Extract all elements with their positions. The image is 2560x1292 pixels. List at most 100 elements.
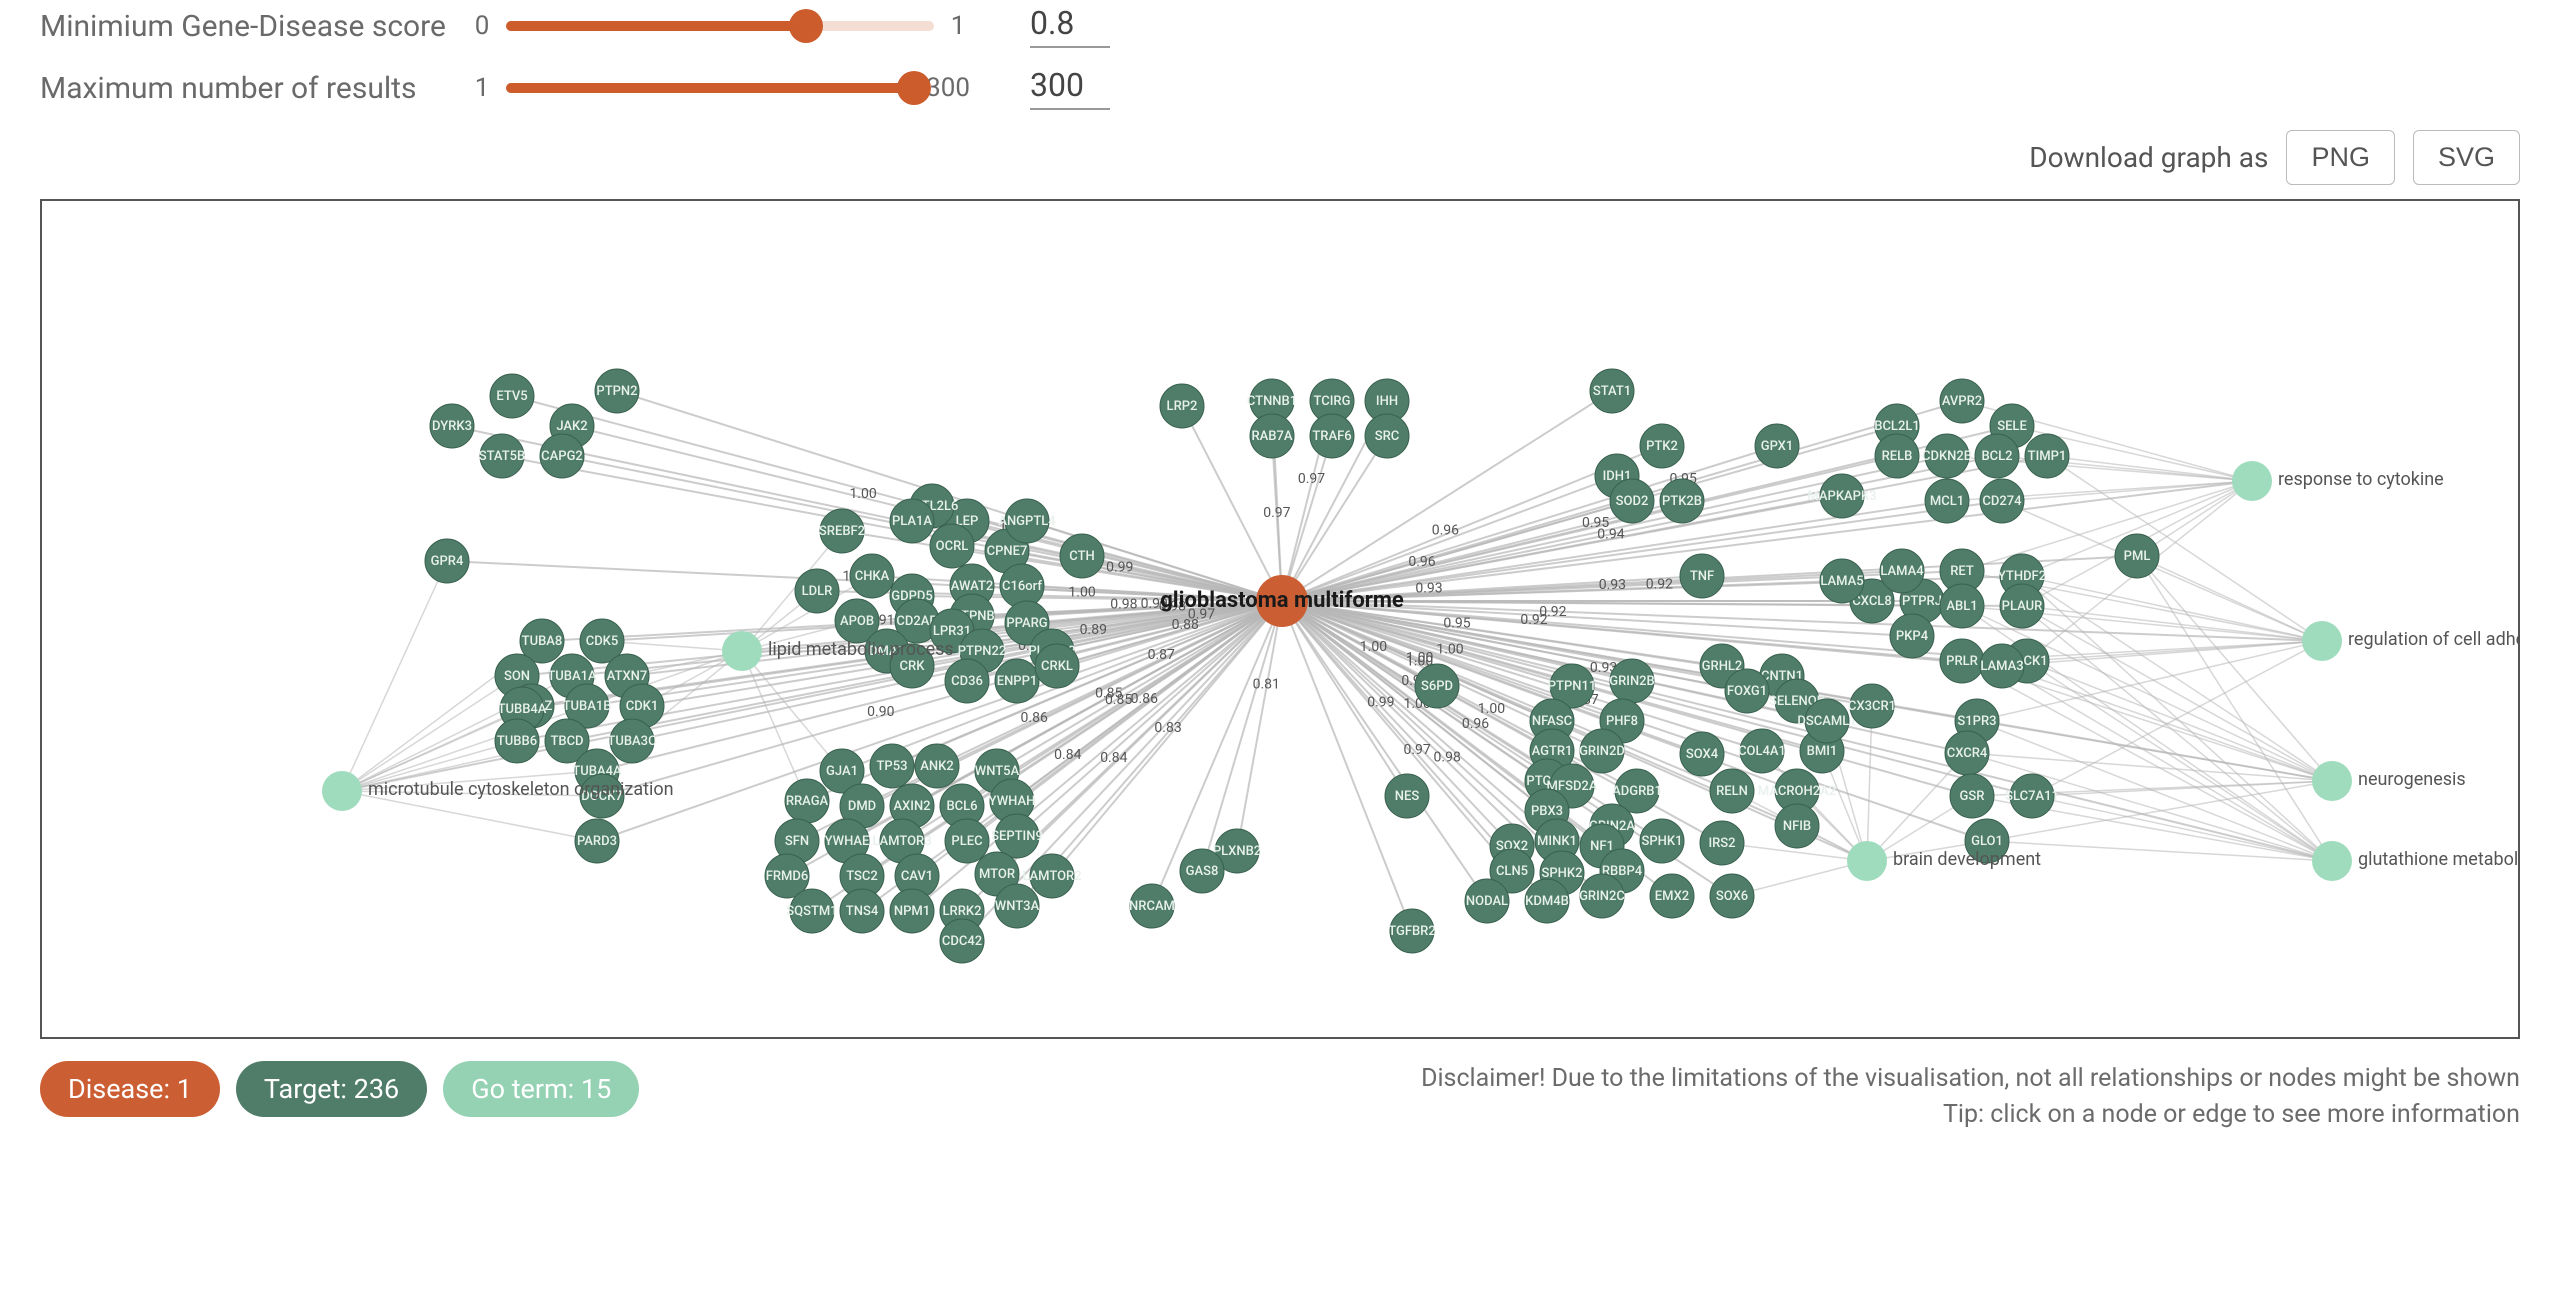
download-label: Download graph as: [2029, 141, 2268, 174]
svg-text:S1PR3: S1PR3: [1957, 714, 1996, 729]
svg-text:PTPN22: PTPN22: [958, 644, 1007, 659]
svg-text:STAT1: STAT1: [1593, 384, 1631, 399]
badge-target[interactable]: Target: 236: [236, 1061, 427, 1117]
svg-text:ADGRB1: ADGRB1: [1612, 784, 1662, 799]
results-min: 1: [470, 73, 494, 103]
svg-text:STAT5B: STAT5B: [479, 449, 526, 464]
svg-text:1.00: 1.00: [1360, 639, 1387, 655]
svg-text:JAK2: JAK2: [556, 419, 587, 434]
svg-text:PLEC: PLEC: [951, 834, 982, 849]
svg-text:COL4A1: COL4A1: [1738, 744, 1786, 759]
svg-text:regulation of cell adhesion: regulation of cell adhesion: [2348, 629, 2520, 650]
svg-text:PTPN11: PTPN11: [1548, 679, 1597, 694]
svg-text:BCL2L1: BCL2L1: [1874, 419, 1920, 434]
svg-text:0.98: 0.98: [1110, 597, 1137, 613]
svg-text:0.97: 0.97: [1263, 505, 1290, 521]
svg-text:0.97: 0.97: [1404, 742, 1431, 758]
download-svg-button[interactable]: SVG: [2413, 130, 2520, 185]
svg-text:1.00: 1.00: [1478, 701, 1505, 717]
results-slider-thumb[interactable]: [897, 71, 931, 105]
svg-text:TUBA1A: TUBA1A: [547, 669, 597, 684]
results-label: Maximum number of results: [40, 69, 470, 108]
svg-text:PBX3: PBX3: [1531, 804, 1563, 819]
svg-text:RELN: RELN: [1716, 784, 1748, 799]
svg-text:DSCAML1: DSCAML1: [1797, 714, 1856, 729]
svg-text:LAMTOR2: LAMTOR2: [1022, 869, 1081, 884]
svg-text:PTK2: PTK2: [1646, 439, 1678, 454]
score-slider[interactable]: [506, 21, 934, 31]
svg-text:MCL1: MCL1: [1930, 494, 1964, 509]
svg-text:PRLR: PRLR: [1946, 654, 1978, 669]
score-value-input[interactable]: 0.8: [1030, 4, 1110, 48]
svg-text:YWHAE: YWHAE: [825, 834, 870, 849]
svg-text:glioblastoma multiforme: glioblastoma multiforme: [1160, 588, 1404, 613]
svg-text:TRAF6: TRAF6: [1312, 429, 1351, 444]
badge-disease[interactable]: Disease: 1: [40, 1061, 220, 1117]
svg-text:TUBA1B: TUBA1B: [563, 699, 612, 714]
svg-text:FOXG1: FOXG1: [1727, 684, 1767, 699]
badge-goterm[interactable]: Go term: 15: [443, 1061, 639, 1117]
score-min: 0: [470, 11, 494, 41]
svg-text:1.00: 1.00: [849, 486, 876, 502]
svg-text:GRIN2C: GRIN2C: [1579, 889, 1625, 904]
svg-text:LAMA4: LAMA4: [1880, 564, 1924, 579]
svg-text:CDK1: CDK1: [626, 699, 659, 714]
svg-text:0.84: 0.84: [1100, 750, 1127, 766]
svg-text:RELB: RELB: [1882, 449, 1913, 464]
svg-text:ETV5: ETV5: [496, 389, 527, 404]
svg-text:DYRK3: DYRK3: [432, 419, 472, 434]
svg-text:SELE: SELE: [1997, 419, 2027, 434]
svg-text:SRC: SRC: [1375, 429, 1400, 444]
svg-text:TNF: TNF: [1690, 569, 1714, 584]
svg-text:0.90: 0.90: [867, 704, 894, 720]
svg-text:0.92: 0.92: [1646, 576, 1673, 592]
download-png-button[interactable]: PNG: [2286, 130, 2395, 185]
svg-text:0.92: 0.92: [1520, 612, 1547, 628]
svg-text:SPHK1: SPHK1: [1642, 834, 1683, 849]
svg-text:BCL6: BCL6: [946, 799, 977, 814]
svg-text:NPM1: NPM1: [894, 904, 930, 919]
svg-text:PLA1A: PLA1A: [892, 514, 932, 529]
svg-text:LAMTOR3: LAMTOR3: [872, 834, 931, 849]
svg-text:0.89: 0.89: [1080, 622, 1107, 638]
svg-text:PLAUR: PLAUR: [2002, 599, 2043, 614]
results-slider[interactable]: [506, 83, 914, 93]
svg-text:TUBA8: TUBA8: [522, 634, 563, 649]
svg-text:LDLR: LDLR: [802, 584, 833, 599]
svg-text:SEPTIN9: SEPTIN9: [991, 829, 1043, 844]
svg-text:0.96: 0.96: [1408, 554, 1435, 570]
svg-text:CDKN2B: CDKN2B: [1922, 449, 1972, 464]
graph-canvas[interactable]: 1.001.001.001.000.990.990.980.980.970.97…: [40, 199, 2520, 1039]
svg-text:IRS2: IRS2: [1708, 836, 1735, 851]
svg-text:AXIN2: AXIN2: [893, 799, 930, 814]
svg-text:0.96: 0.96: [1462, 716, 1489, 732]
svg-text:TCIRG: TCIRG: [1314, 394, 1351, 409]
svg-text:CDC42: CDC42: [942, 934, 982, 949]
svg-text:AWAT2: AWAT2: [951, 579, 994, 594]
results-value-input[interactable]: 300: [1030, 66, 1110, 110]
svg-text:AGTR1: AGTR1: [1532, 744, 1573, 759]
svg-text:GRIN2B: GRIN2B: [1609, 674, 1655, 689]
svg-text:glutathione metabolic process: glutathione metabolic process: [2358, 849, 2520, 870]
svg-text:0.99: 0.99: [1106, 560, 1133, 576]
svg-text:YWHAH: YWHAH: [989, 794, 1036, 809]
svg-text:0.85: 0.85: [1095, 685, 1122, 701]
svg-text:TP53: TP53: [877, 759, 908, 774]
svg-text:NFIB: NFIB: [1783, 819, 1811, 834]
results-max: 300: [926, 73, 970, 103]
svg-text:SOX4: SOX4: [1686, 747, 1719, 762]
svg-text:MINK1: MINK1: [1537, 834, 1577, 849]
svg-text:S6PD: S6PD: [1421, 679, 1453, 694]
svg-text:0.86: 0.86: [1131, 691, 1158, 707]
svg-text:0.97: 0.97: [1298, 471, 1325, 487]
svg-text:MTOR: MTOR: [979, 867, 1015, 882]
svg-text:GJA1: GJA1: [826, 764, 858, 779]
svg-text:CD36: CD36: [951, 674, 983, 689]
svg-text:NES: NES: [1395, 789, 1420, 804]
score-control-row: Minimium Gene-Disease score 0 1 0.8: [40, 4, 2520, 48]
svg-text:1.00: 1.00: [1068, 585, 1095, 601]
legend-badges: Disease: 1 Target: 236 Go term: 15: [40, 1061, 639, 1117]
svg-text:microtubule cytoskeleton organ: microtubule cytoskeleton organization: [368, 779, 674, 800]
score-slider-thumb[interactable]: [789, 9, 823, 43]
svg-text:OCRL: OCRL: [936, 539, 969, 554]
